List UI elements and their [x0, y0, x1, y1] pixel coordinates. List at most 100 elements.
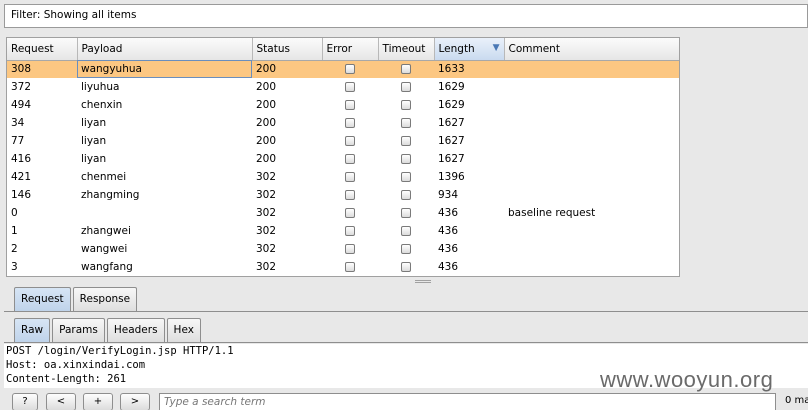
table-row[interactable]: 146 zhangming 302 934: [7, 186, 679, 204]
search-input[interactable]: Type a search term: [159, 393, 776, 410]
tab-request[interactable]: Request: [14, 287, 71, 311]
error-checkbox: [345, 190, 355, 200]
subtab-hex[interactable]: Hex: [166, 318, 201, 342]
cell-length: 1627: [438, 135, 465, 147]
timeout-checkbox: [401, 262, 411, 272]
sort-descending-icon: ▼: [492, 42, 500, 53]
cell-request: 494: [11, 99, 32, 111]
column-header-comment[interactable]: Comment: [504, 38, 679, 61]
column-header-status[interactable]: Status: [252, 38, 323, 61]
cell-status: 302: [256, 225, 277, 237]
timeout-checkbox: [401, 226, 411, 236]
error-checkbox: [345, 172, 355, 182]
subtab-headers[interactable]: Headers: [106, 318, 165, 342]
column-header-label: Status: [256, 42, 290, 55]
column-header-label: Length: [438, 42, 475, 55]
cell-error: [322, 222, 378, 240]
timeout-checkbox: [401, 82, 411, 92]
error-checkbox: [345, 64, 355, 75]
table-row[interactable]: 372 liyuhua 200 1629: [7, 78, 679, 96]
cell-length: 1629: [438, 99, 465, 111]
cell-request: 77: [11, 135, 25, 147]
error-checkbox: [345, 208, 355, 218]
cell-comment: [504, 114, 679, 132]
cell-status: 302: [256, 189, 277, 201]
cell-timeout: [378, 96, 434, 114]
cell-payload: zhangwei: [81, 225, 131, 237]
column-header-label: Request: [11, 42, 54, 55]
cell-payload: chenxin: [81, 99, 123, 111]
column-header-error[interactable]: Error: [322, 38, 379, 61]
cell-length: 1627: [438, 117, 465, 129]
cell-length: 436: [438, 243, 459, 255]
cell-request: 146: [11, 189, 32, 201]
cell-comment: [504, 168, 679, 186]
error-checkbox: [345, 262, 355, 272]
cell-error: [322, 168, 378, 186]
help-button[interactable]: ?: [12, 393, 38, 410]
previous-match-button[interactable]: <: [46, 393, 76, 410]
cell-length: 1396: [438, 171, 465, 183]
timeout-checkbox: [401, 244, 411, 254]
request-response-tabs: Request Response: [14, 287, 139, 311]
cell-payload: liyan: [81, 135, 107, 147]
cell-error: [322, 114, 378, 132]
table-row[interactable]: 3 wangfang 302 436: [7, 258, 679, 276]
cell-comment: [504, 150, 679, 168]
error-checkbox: [345, 136, 355, 146]
filter-label: Filter:: [11, 9, 41, 21]
column-header-timeout[interactable]: Timeout: [378, 38, 435, 61]
divider: [4, 342, 808, 343]
cell-timeout: [378, 240, 434, 258]
cell-error: [322, 186, 378, 204]
table-row[interactable]: 2 wangwei 302 436: [7, 240, 679, 258]
splitter-handle[interactable]: [415, 280, 431, 283]
table-row[interactable]: 416 liyan 200 1627: [7, 150, 679, 168]
cell-comment: [504, 60, 679, 78]
table-row[interactable]: 494 chenxin 200 1629: [7, 96, 679, 114]
table-row[interactable]: 77 liyan 200 1627: [7, 132, 679, 150]
subtab-params[interactable]: Params: [52, 318, 105, 342]
cell-status: 200: [252, 60, 322, 78]
cell-error: [322, 78, 378, 96]
table-row[interactable]: 34 liyan 200 1627: [7, 114, 679, 132]
table-row[interactable]: 308 wangyuhua 200 1633: [7, 60, 679, 78]
table-header: Request Payload Status Error Timeout Length ▼ C…: [7, 38, 679, 61]
timeout-checkbox: [401, 100, 411, 110]
table-row[interactable]: 1 zhangwei 302 436: [7, 222, 679, 240]
column-header-request[interactable]: Request: [7, 38, 78, 61]
filter-bar[interactable]: Filter: Showing all items: [4, 4, 808, 28]
cell-payload: wangyuhua: [77, 60, 252, 78]
error-checkbox: [345, 154, 355, 164]
table-row[interactable]: 421 chenmei 302 1396: [7, 168, 679, 186]
results-table[interactable]: Request Payload Status Error Timeout Length ▼ C…: [6, 37, 680, 277]
tab-response[interactable]: Response: [72, 287, 138, 311]
error-checkbox: [345, 100, 355, 110]
cell-error: [322, 240, 378, 258]
timeout-checkbox: [401, 208, 411, 218]
timeout-checkbox: [401, 64, 411, 75]
cell-status: 200: [256, 81, 277, 93]
cell-payload: liyuhua: [81, 81, 120, 93]
cell-timeout: [378, 150, 434, 168]
column-header-payload[interactable]: Payload: [77, 38, 253, 61]
timeout-checkbox: [401, 118, 411, 128]
error-checkbox: [345, 244, 355, 254]
cell-request: 308: [7, 60, 77, 78]
next-match-button[interactable]: >: [120, 393, 150, 410]
cell-payload: [77, 204, 252, 222]
table-row[interactable]: 0 302 436 baseline request: [7, 204, 679, 222]
timeout-checkbox: [401, 190, 411, 200]
cell-status: 302: [256, 171, 277, 183]
column-header-length[interactable]: Length ▼: [434, 38, 505, 61]
request-line: POST /login/VerifyLogin.jsp HTTP/1.1: [6, 345, 234, 357]
cell-payload: wangfang: [81, 261, 133, 273]
subtab-raw[interactable]: Raw: [14, 318, 51, 342]
divider: [4, 311, 808, 312]
cell-status: 200: [256, 99, 277, 111]
add-button[interactable]: +: [83, 393, 113, 410]
cell-status: 302: [256, 243, 277, 255]
cell-length: 436: [438, 261, 459, 273]
cell-error: [322, 258, 378, 276]
error-checkbox: [345, 226, 355, 236]
